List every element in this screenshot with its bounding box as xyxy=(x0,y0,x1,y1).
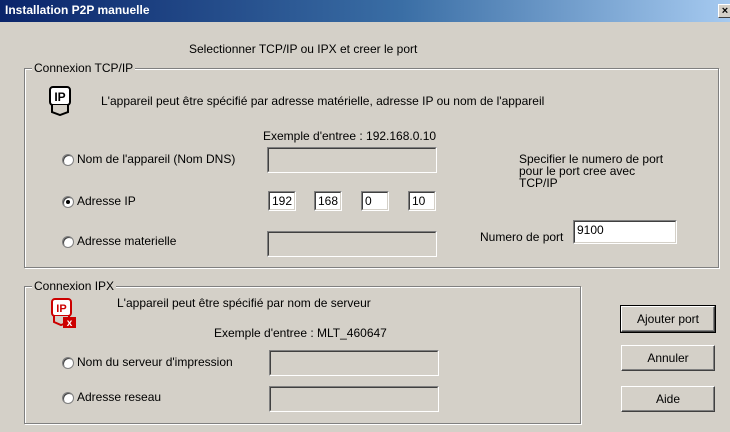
svg-text:x: x xyxy=(67,318,73,329)
hardware-address-input[interactable] xyxy=(267,231,437,257)
print-server-name-input[interactable] xyxy=(269,350,439,376)
ip-icon: IP xyxy=(49,86,71,116)
tcpip-description: L'appareil peut être spécifié par adress… xyxy=(101,94,545,108)
help-button[interactable]: Aide xyxy=(621,386,715,412)
dialog-window: Installation P2P manuelle × Selectionner… xyxy=(0,0,730,432)
tcpip-example: Exemple d'entree : 192.168.0.10 xyxy=(263,129,437,143)
add-port-button[interactable]: Ajouter port xyxy=(620,305,716,333)
ipx-description: L'appareil peut être spécifié par nom de… xyxy=(117,296,371,310)
dns-name-input[interactable] xyxy=(267,147,437,173)
radio-hardware-address-label: Adresse materielle xyxy=(77,234,177,248)
ip-octet-4[interactable]: 10 xyxy=(408,191,436,211)
ip-octet-1[interactable]: 192 xyxy=(268,191,296,211)
ipx-icon: IP x xyxy=(51,298,76,329)
title-bar[interactable]: Installation P2P manuelle × xyxy=(0,0,730,22)
ip-octet-3[interactable]: 0 xyxy=(361,191,389,211)
radio-ip-address[interactable] xyxy=(62,196,74,208)
tcpip-group-legend: Connexion TCP/IP xyxy=(32,61,136,75)
radio-network-address-label: Adresse reseau xyxy=(77,390,162,404)
port-info-line-3: TCP/IP xyxy=(519,176,558,190)
radio-print-server-name[interactable] xyxy=(62,357,74,369)
ip-octet-2[interactable]: 168 xyxy=(314,191,342,211)
radio-hardware-address[interactable] xyxy=(62,236,74,248)
window-title: Installation P2P manuelle xyxy=(5,3,150,17)
ipx-example: Exemple d'entree : MLT_460647 xyxy=(214,326,387,340)
svg-text:IP: IP xyxy=(54,90,65,104)
ipx-group-legend: Connexion IPX xyxy=(32,279,117,293)
instruction-text: Selectionner TCP/IP ou IPX et creer le p… xyxy=(189,42,418,56)
network-address-input[interactable] xyxy=(269,386,439,412)
close-button[interactable]: × xyxy=(718,4,730,18)
radio-network-address[interactable] xyxy=(62,392,74,404)
svg-text:IP: IP xyxy=(56,303,66,315)
radio-ip-address-label: Adresse IP xyxy=(77,194,136,208)
radio-print-server-name-label: Nom du serveur d'impression xyxy=(77,355,233,369)
radio-dns-name[interactable] xyxy=(62,154,74,166)
port-number-input[interactable]: 9100 xyxy=(573,220,677,244)
cancel-button[interactable]: Annuler xyxy=(621,345,715,371)
radio-dns-name-label: Nom de l'appareil (Nom DNS) xyxy=(77,152,236,166)
port-number-label: Numero de port xyxy=(480,230,564,244)
